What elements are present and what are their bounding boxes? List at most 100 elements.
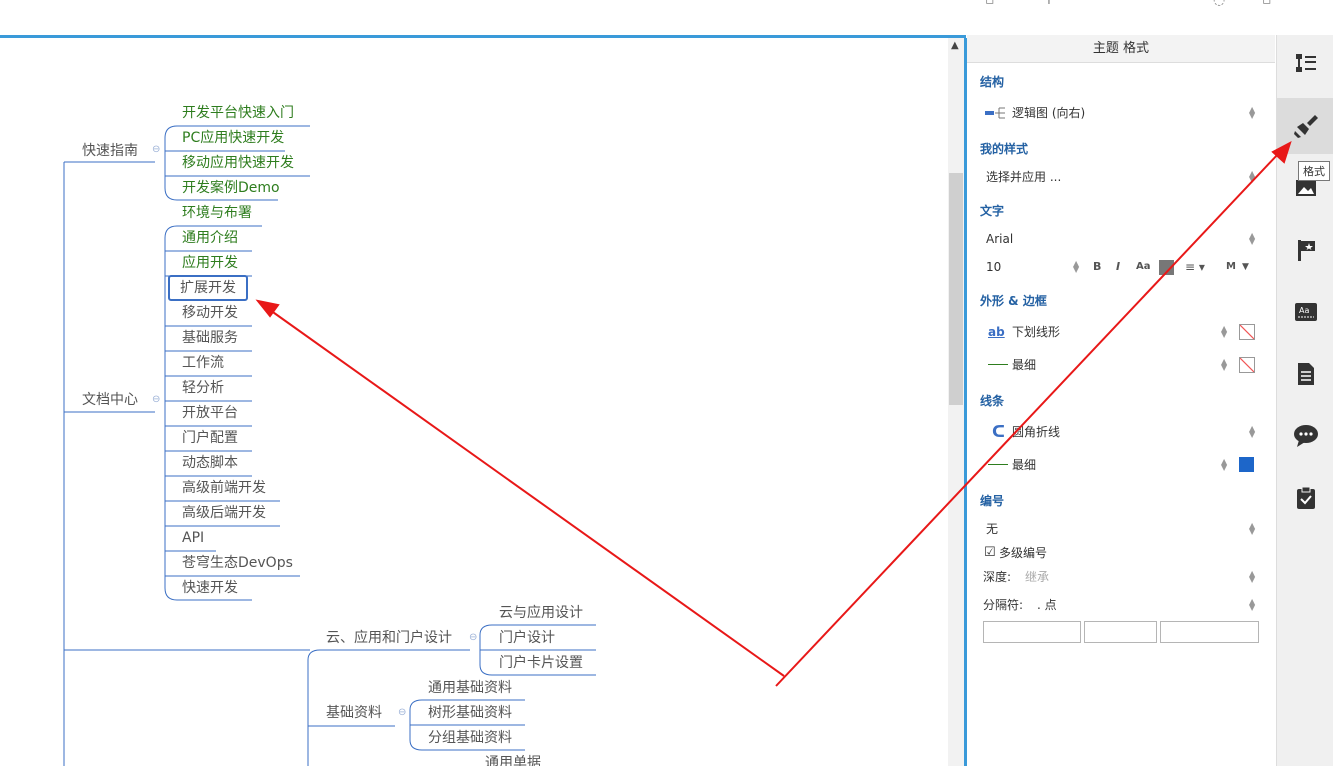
topic-docs-child[interactable]: 门户配置 xyxy=(182,429,238,447)
collapse-icon[interactable]: ⊖ xyxy=(152,144,160,155)
topic-selected[interactable]: 扩展开发 xyxy=(168,275,248,301)
spinner-icon[interactable]: ▲ ▼ xyxy=(1249,598,1257,612)
task-button[interactable] xyxy=(1277,470,1333,526)
align-icon[interactable]: ≡ ▾ xyxy=(1185,256,1205,278)
font-size-value[interactable]: 10 xyxy=(986,256,1001,278)
border-select[interactable]: 最细 ▲ ▼ xyxy=(980,354,1257,376)
topic-cloud[interactable]: 云、应用和门户设计 xyxy=(326,629,452,647)
vertical-scrollbar[interactable]: ▲ xyxy=(948,38,964,766)
spinner-icon[interactable]: ▲ ▼ xyxy=(1221,325,1229,339)
number-suffix-input[interactable] xyxy=(1160,621,1259,643)
shape-value: 下划线形 xyxy=(1012,325,1061,339)
section-line: 线条 xyxy=(980,394,1005,408)
topic-guide-child[interactable]: PC应用快速开发 xyxy=(182,129,284,147)
topic-docs-child[interactable]: 开放平台 xyxy=(182,404,238,422)
line-style-select[interactable]: ᑕ 圆角折线 ▲ ▼ xyxy=(980,421,1257,443)
topic-docs-child[interactable]: 高级后端开发 xyxy=(182,504,266,522)
comments-button[interactable] xyxy=(1277,408,1333,464)
no-fill-swatch[interactable] xyxy=(1239,324,1255,340)
text-format-row: 10 ▲ ▼ B I Aa ≡ ▾ M ▼ xyxy=(980,256,1257,278)
scroll-up-icon[interactable]: ▲ xyxy=(951,40,959,51)
clipboard-check-icon xyxy=(1296,486,1315,509)
line-width-select[interactable]: 最细 ▲ ▼ xyxy=(980,454,1257,476)
toolbar-icon[interactable]: ˇ xyxy=(1180,0,1187,8)
topic-basic-child[interactable]: 树形基础资料 xyxy=(428,704,512,722)
marker-button[interactable] xyxy=(1277,222,1333,278)
toolbar-icon[interactable]: ı xyxy=(1047,0,1051,8)
topic-guide-child[interactable]: 开发平台快速入门 xyxy=(182,104,294,122)
numbering-select[interactable]: 无 ▲ ▼ xyxy=(980,518,1257,540)
my-style-select[interactable]: 选择并应用 ... ▲ ▼ xyxy=(980,166,1257,188)
topic-basic[interactable]: 基础资料 xyxy=(326,704,382,722)
topic-cloud-child[interactable]: 门户设计 xyxy=(499,629,555,647)
section-structure: 结构 xyxy=(980,75,1005,89)
spinner-icon[interactable]: ▲ ▼ xyxy=(1249,425,1257,439)
toolbar-icon[interactable]: ◌ xyxy=(1213,0,1225,8)
shape-select[interactable]: ab 下划线形 ▲ ▼ xyxy=(980,321,1257,343)
topic-guide[interactable]: 快速指南 xyxy=(82,142,138,160)
topic-guide-child[interactable]: 开发案例Demo xyxy=(182,179,280,197)
separator-row[interactable]: 分隔符: . 点 ▲ ▼ xyxy=(980,594,1257,616)
spinner-icon[interactable]: ▲ ▼ xyxy=(1249,170,1257,184)
topic-docs-child[interactable]: 通用介绍 xyxy=(182,229,238,247)
spinner-icon[interactable]: ▲ ▼ xyxy=(1249,232,1257,246)
line-color-swatch[interactable] xyxy=(1239,457,1254,472)
text-style-button[interactable]: Aa xyxy=(1277,284,1333,340)
structure-select[interactable]: 逻辑图 (向右) ▲ ▼ xyxy=(980,102,1257,124)
topic-docs-child[interactable]: 轻分析 xyxy=(182,379,224,397)
more-button[interactable]: M xyxy=(1226,256,1236,278)
italic-button[interactable]: I xyxy=(1116,256,1120,278)
no-color-swatch[interactable] xyxy=(1239,357,1255,373)
paintbrush-icon xyxy=(1293,115,1318,138)
notes-button[interactable] xyxy=(1277,346,1333,402)
depth-label: 深度: xyxy=(983,570,1012,584)
topic-partial[interactable]: 通用单据 xyxy=(485,754,541,766)
topic-guide-child[interactable]: 移动应用快速开发 xyxy=(182,154,294,172)
topic-docs[interactable]: 文档中心 xyxy=(82,391,138,409)
spinner-icon[interactable]: ▲ ▼ xyxy=(1249,522,1257,536)
depth-value: 继承 xyxy=(1025,570,1050,584)
multilevel-row[interactable]: ☑ 多级编号 xyxy=(980,542,1257,564)
border-value: 最细 xyxy=(1012,358,1037,372)
format-tooltip: 格式 xyxy=(1298,161,1330,181)
collapse-icon[interactable]: ⊖ xyxy=(398,707,406,718)
spinner-icon[interactable]: ▲ ▼ xyxy=(1221,458,1229,472)
topic-docs-child[interactable]: 高级前端开发 xyxy=(182,479,266,497)
section-shape: 外形 & 边框 xyxy=(980,294,1047,308)
spinner-icon[interactable]: ▲ ▼ xyxy=(1249,570,1257,584)
number-prefix-input[interactable] xyxy=(983,621,1081,643)
depth-row[interactable]: 深度: 继承 ▲ ▼ xyxy=(980,566,1257,588)
case-button[interactable]: Aa xyxy=(1136,256,1151,278)
chevron-down-icon[interactable]: ▼ xyxy=(1242,256,1249,278)
topic-docs-child[interactable]: 动态脚本 xyxy=(182,454,238,472)
collapse-icon[interactable]: ⊖ xyxy=(152,394,160,405)
topic-basic-child[interactable]: 分组基础资料 xyxy=(428,729,512,747)
font-select[interactable]: Arial ▲ ▼ xyxy=(980,228,1257,250)
size-spinner-icon[interactable]: ▲ ▼ xyxy=(1073,260,1081,274)
topic-docs-child[interactable]: 环境与布署 xyxy=(182,204,252,222)
topic-docs-child[interactable]: 应用开发 xyxy=(182,254,238,272)
toolbar-icon[interactable]: ▫ xyxy=(1262,0,1272,8)
topic-docs-child[interactable]: API xyxy=(182,529,204,547)
scrollbar-thumb[interactable] xyxy=(949,173,963,405)
section-my-style: 我的样式 xyxy=(980,142,1029,156)
bold-button[interactable]: B xyxy=(1093,256,1101,278)
outline-button[interactable] xyxy=(1277,35,1333,91)
text-color-swatch[interactable] xyxy=(1159,260,1174,275)
topic-cloud-child[interactable]: 门户卡片设置 xyxy=(499,654,583,672)
number-format-input[interactable] xyxy=(1084,621,1157,643)
toolbar-icon[interactable]: ▫ xyxy=(985,0,995,8)
multilevel-checkbox[interactable]: ☑ xyxy=(984,542,996,564)
mindmap-canvas[interactable]: 快速指南 ⊖ 开发平台快速入门 PC应用快速开发 移动应用快速开发 开发案例De… xyxy=(0,38,948,766)
topic-docs-child[interactable]: 基础服务 xyxy=(182,329,238,347)
spinner-icon[interactable]: ▲ ▼ xyxy=(1249,106,1257,120)
topic-basic-child[interactable]: 通用基础资料 xyxy=(428,679,512,697)
topic-docs-child[interactable]: 快速开发 xyxy=(182,579,238,597)
spinner-icon[interactable]: ▲ ▼ xyxy=(1221,358,1229,372)
topic-docs-child[interactable]: 苍穹生态DevOps xyxy=(182,554,293,572)
topic-docs-child[interactable]: 移动开发 xyxy=(182,304,238,322)
format-button[interactable] xyxy=(1277,98,1333,154)
collapse-icon[interactable]: ⊖ xyxy=(469,632,477,643)
topic-docs-child[interactable]: 工作流 xyxy=(182,354,224,372)
topic-cloud-child[interactable]: 云与应用设计 xyxy=(499,604,583,622)
